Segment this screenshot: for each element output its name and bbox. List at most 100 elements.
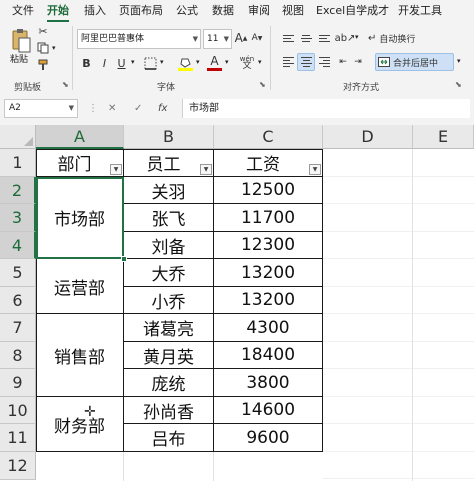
cell-staff[interactable]: 黄月英: [124, 342, 214, 369]
cell-dept-sales[interactable]: 销售部: [36, 314, 124, 397]
filter-dropdown-icon[interactable]: ▼: [309, 164, 321, 175]
clipboard-launcher-icon[interactable]: ⬊: [62, 80, 69, 89]
row-header-11[interactable]: 11: [0, 424, 36, 452]
empty-row-12[interactable]: [36, 452, 323, 481]
decrease-indent-icon[interactable]: ⇤: [336, 54, 350, 70]
align-middle-icon[interactable]: [298, 30, 314, 46]
row-header-10[interactable]: 10: [0, 397, 36, 424]
border-dropdown-icon[interactable]: ▾: [160, 58, 164, 66]
font-color-button[interactable]: A: [206, 53, 223, 72]
underline-dropdown-icon[interactable]: ▾: [131, 58, 135, 66]
align-bottom-icon[interactable]: [316, 30, 332, 46]
phonetic-button[interactable]: wén 文: [238, 53, 256, 72]
row-header-3[interactable]: 3: [0, 204, 36, 232]
cell-salary[interactable]: 12500: [214, 177, 323, 204]
merge-dropdown-icon[interactable]: ▾: [457, 57, 461, 65]
tab-page-layout[interactable]: 页面布局: [119, 3, 163, 19]
align-right-icon[interactable]: [316, 54, 332, 70]
cell-staff[interactable]: 孙尚香: [124, 397, 214, 424]
cell-staff[interactable]: 大乔: [124, 259, 214, 287]
column-header-b[interactable]: B: [124, 125, 214, 149]
name-box[interactable]: A2 ▼: [4, 99, 78, 118]
tab-developer[interactable]: 开发工具: [398, 3, 442, 19]
filter-dropdown-icon[interactable]: ▼: [110, 164, 122, 175]
cut-icon[interactable]: ✂: [36, 24, 50, 38]
format-painter-icon[interactable]: [36, 58, 50, 72]
tab-insert[interactable]: 插入: [84, 3, 106, 19]
column-header-e[interactable]: E: [413, 125, 474, 149]
cell-dept-market[interactable]: 市场部: [36, 177, 124, 259]
enter-icon[interactable]: ✓: [134, 99, 142, 118]
empty-cells-region[interactable]: [323, 149, 474, 481]
alignment-launcher-icon[interactable]: ⬊: [455, 80, 462, 89]
cell-salary[interactable]: 14600: [214, 397, 323, 424]
filter-dropdown-icon[interactable]: ▼: [200, 164, 212, 175]
align-left-icon[interactable]: [280, 54, 296, 70]
header-cell-staff[interactable]: 员工 ▼: [124, 149, 214, 177]
cell-staff[interactable]: 小乔: [124, 287, 214, 314]
font-color-dropdown-icon[interactable]: ▾: [225, 58, 229, 66]
row-header-8[interactable]: 8: [0, 342, 36, 369]
cancel-icon[interactable]: ✕: [108, 99, 116, 118]
bold-button[interactable]: B: [80, 55, 93, 71]
insert-function-icon[interactable]: fx: [158, 99, 167, 118]
formula-input[interactable]: 市场部: [182, 99, 470, 118]
row-header-6[interactable]: 6: [0, 287, 36, 314]
column-header-c[interactable]: C: [214, 125, 323, 149]
wrap-text-button[interactable]: ↵ 自动换行: [368, 30, 454, 46]
cell-dept-operations[interactable]: 运营部: [36, 259, 124, 314]
cell-staff[interactable]: 张飞: [124, 204, 214, 232]
paste-label[interactable]: 粘贴: [10, 52, 28, 65]
underline-button[interactable]: U: [115, 55, 128, 71]
cell-salary[interactable]: 13200: [214, 287, 323, 314]
cell-dept-finance[interactable]: 财务部: [36, 397, 124, 452]
fill-color-button[interactable]: [177, 53, 194, 72]
cell-staff[interactable]: 关羽: [124, 177, 214, 204]
align-top-icon[interactable]: [280, 30, 296, 46]
column-header-a[interactable]: A: [36, 125, 124, 149]
font-launcher-icon[interactable]: ⬊: [259, 80, 266, 89]
tab-file[interactable]: 文件: [12, 3, 34, 19]
cell-salary[interactable]: 11700: [214, 204, 323, 232]
cell-salary[interactable]: 13200: [214, 259, 323, 287]
header-cell-salary[interactable]: 工资 ▼: [214, 149, 323, 177]
align-center-icon[interactable]: [297, 53, 315, 71]
row-header-5[interactable]: 5: [0, 259, 36, 287]
cell-staff[interactable]: 诸葛亮: [124, 314, 214, 342]
increase-indent-icon[interactable]: ⇥: [351, 54, 365, 70]
tab-review[interactable]: 审阅: [248, 3, 270, 19]
tab-formulas[interactable]: 公式: [176, 3, 198, 19]
tab-data[interactable]: 数据: [212, 3, 234, 19]
row-header-2[interactable]: 2: [0, 177, 36, 204]
cell-staff[interactable]: 庞统: [124, 369, 214, 397]
phonetic-dropdown-icon[interactable]: ▾: [258, 58, 262, 66]
tab-view[interactable]: 视图: [282, 3, 304, 19]
cell-staff[interactable]: 吕布: [124, 424, 214, 452]
cell-salary[interactable]: 12300: [214, 232, 323, 259]
border-icon[interactable]: [142, 55, 158, 71]
cell-salary[interactable]: 3800: [214, 369, 323, 397]
orientation-dropdown-icon[interactable]: ▾: [355, 33, 359, 41]
font-size-select[interactable]: 11 ▼: [203, 29, 232, 49]
tab-excel-self-study[interactable]: Excel自学成才: [316, 3, 389, 19]
italic-button[interactable]: I: [98, 55, 111, 71]
copy-dropdown-icon[interactable]: ▾: [52, 44, 56, 52]
select-all-button[interactable]: [0, 125, 36, 149]
copy-icon[interactable]: [36, 41, 50, 55]
cell-salary[interactable]: 9600: [214, 424, 323, 452]
shrink-font-button[interactable]: A ▼: [250, 30, 264, 46]
tab-home[interactable]: 开始: [47, 3, 69, 22]
cell-staff[interactable]: 刘备: [124, 232, 214, 259]
merge-center-button[interactable]: 合并后居中: [375, 53, 454, 71]
orientation-icon[interactable]: ab↗: [335, 30, 356, 46]
row-header-4[interactable]: 4: [0, 232, 36, 259]
font-name-select[interactable]: 阿里巴巴普惠体 ▼: [77, 29, 201, 49]
fill-handle[interactable]: [121, 256, 127, 262]
row-header-9[interactable]: 9: [0, 369, 36, 397]
grow-font-button[interactable]: A ▲: [234, 30, 248, 46]
row-header-7[interactable]: 7: [0, 314, 36, 342]
row-header-12[interactable]: 12: [0, 452, 36, 480]
cell-salary[interactable]: 18400: [214, 342, 323, 369]
cell-salary[interactable]: 4300: [214, 314, 323, 342]
header-cell-dept[interactable]: 部门 ▼: [36, 149, 124, 177]
